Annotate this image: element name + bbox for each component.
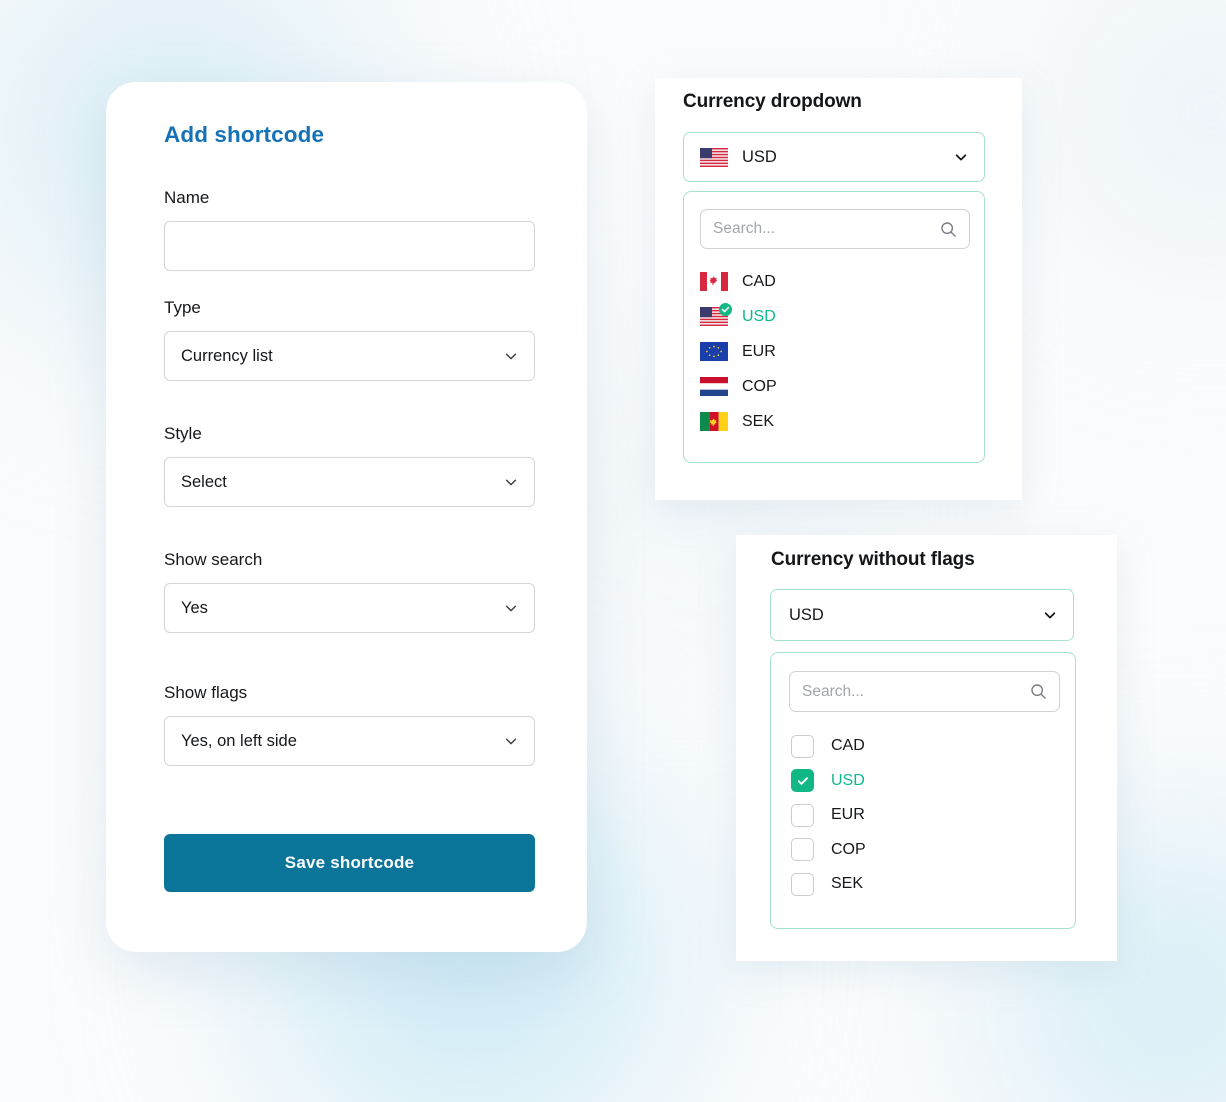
- flag-usa-icon: [700, 147, 728, 167]
- field-show-flags: Show flags Yes, on left side: [164, 683, 535, 767]
- chevron-down-icon: [504, 734, 518, 748]
- field-show-search-label: Show search: [164, 550, 263, 569]
- field-style: Style Select: [164, 424, 535, 508]
- selected-check-badge-icon: [719, 303, 732, 316]
- currency-code: SEK: [742, 412, 775, 430]
- search-icon: [940, 221, 957, 238]
- currency-dropdown-list-panel: CAD: [683, 191, 985, 463]
- currency-noflags-selected-value: USD: [789, 605, 824, 624]
- list-item[interactable]: USD: [684, 299, 984, 334]
- currency-noflags-list-panel: CAD USD EUR COP SEK: [770, 652, 1076, 929]
- currency-code: USD: [831, 771, 865, 789]
- list-item[interactable]: EUR: [684, 334, 984, 369]
- show-flags-select[interactable]: Yes, on left side: [164, 716, 535, 767]
- chevron-down-icon: [1043, 608, 1057, 622]
- currency-code: COP: [742, 377, 777, 395]
- list-item[interactable]: CAD: [771, 729, 1075, 764]
- checkbox-cop[interactable]: [791, 838, 814, 862]
- flag-eu-icon: [700, 342, 728, 361]
- field-show-flags-label: Show flags: [164, 683, 248, 702]
- currency-search-wrapper[interactable]: [700, 209, 970, 249]
- page-title: Add shortcode: [164, 122, 325, 147]
- name-input[interactable]: [181, 235, 518, 257]
- flag-canada-icon: [700, 272, 728, 291]
- currency-code: CAD: [742, 272, 776, 290]
- show-flags-select-value: Yes, on left side: [181, 731, 297, 750]
- flag-cameroon-icon: [700, 412, 728, 431]
- flag-netherlands-icon: [700, 377, 728, 396]
- currency-noflags-search-input[interactable]: [802, 682, 1030, 701]
- field-type-label: Type: [164, 298, 201, 317]
- field-style-label: Style: [164, 424, 202, 443]
- checkbox-sek[interactable]: [791, 872, 814, 896]
- type-select-value: Currency list: [181, 346, 273, 365]
- list-item[interactable]: EUR: [771, 798, 1075, 833]
- add-shortcode-form-card: Add shortcode Name Type Currency list St…: [106, 82, 587, 952]
- list-item[interactable]: SEK: [684, 404, 984, 439]
- chevron-down-icon: [504, 475, 518, 489]
- currency-code: EUR: [831, 806, 865, 824]
- flag-usa-icon: [700, 303, 732, 326]
- chevron-down-icon: [504, 349, 518, 363]
- field-type: Type Currency list: [164, 298, 535, 382]
- currency-search-input[interactable]: [713, 220, 940, 238]
- show-search-select[interactable]: Yes: [164, 583, 535, 634]
- currency-without-flags-preview-card: Currency without flags USD CAD: [736, 535, 1117, 961]
- currency-code: EUR: [742, 342, 776, 360]
- list-item[interactable]: SEK: [771, 867, 1075, 902]
- currency-noflags-select[interactable]: USD: [770, 589, 1074, 641]
- currency-without-flags-title: Currency without flags: [771, 549, 975, 570]
- list-item[interactable]: COP: [771, 833, 1075, 868]
- field-name: Name: [164, 188, 535, 272]
- currency-checkbox-list: CAD USD EUR COP SEK: [771, 729, 1075, 902]
- style-select[interactable]: Select: [164, 457, 535, 508]
- field-name-label: Name: [164, 188, 210, 207]
- style-select-value: Select: [181, 472, 227, 491]
- currency-dropdown-selected-value: USD: [742, 147, 777, 166]
- show-search-select-value: Yes: [181, 598, 208, 617]
- currency-dropdown-select[interactable]: USD: [683, 132, 985, 182]
- checkbox-cad[interactable]: [791, 734, 814, 758]
- currency-flag-list: CAD USD EUR COP SEK: [684, 264, 984, 439]
- currency-code: USD: [742, 307, 776, 325]
- checkbox-usd[interactable]: [791, 769, 814, 793]
- save-shortcode-button[interactable]: Save shortcode: [164, 834, 535, 892]
- field-show-search: Show search Yes: [164, 550, 535, 634]
- checkbox-eur[interactable]: [791, 803, 814, 827]
- check-icon: [797, 777, 808, 785]
- name-input-wrapper[interactable]: [164, 221, 535, 272]
- currency-dropdown-preview-card: Currency dropdown USD Search... CAD USD …: [655, 78, 1022, 500]
- type-select[interactable]: Currency list: [164, 331, 535, 382]
- chevron-down-icon: [954, 150, 968, 164]
- list-item[interactable]: COP: [684, 369, 984, 404]
- search-icon: [1030, 683, 1047, 700]
- currency-dropdown-title: Currency dropdown: [683, 91, 862, 112]
- list-item[interactable]: USD: [771, 764, 1075, 799]
- currency-code: CAD: [831, 737, 865, 755]
- currency-noflags-search-wrapper[interactable]: [789, 671, 1060, 712]
- currency-code: SEK: [831, 875, 864, 893]
- chevron-down-icon: [504, 601, 518, 615]
- currency-code: COP: [831, 840, 866, 858]
- list-item[interactable]: CAD: [684, 264, 984, 299]
